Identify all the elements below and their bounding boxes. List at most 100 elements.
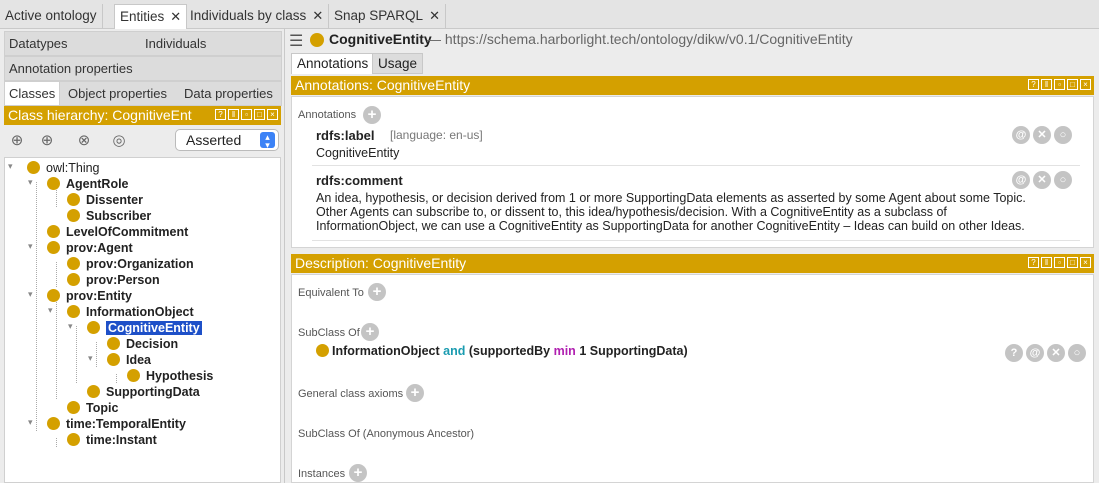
tree-node-prov-person[interactable]: prov:Person: [67, 272, 160, 288]
entity-header: ☰ CognitiveEntity — https://schema.harbo…: [286, 29, 1099, 51]
tree-node-idea[interactable]: Idea: [107, 352, 151, 368]
view-window-controls: ? ‖ ▫ □ ×: [1028, 79, 1091, 90]
hierarchy-toolbar: ⊕ ⊕ ⊗ ◎ Asserted ▴ ▾: [4, 128, 280, 154]
add-annotation-button[interactable]: +: [363, 106, 381, 124]
chevron-updown-icon: ▴ ▾: [260, 132, 275, 150]
class-icon: [67, 433, 80, 446]
split-icon[interactable]: ‖: [1041, 257, 1052, 268]
tab-individuals[interactable]: Individuals: [141, 32, 210, 55]
delete-class-icon[interactable]: ⊗: [74, 132, 94, 150]
tree-node-topic[interactable]: Topic: [67, 400, 118, 416]
add-superclass-button[interactable]: +: [361, 323, 379, 341]
subclass-of-label: SubClass Of: [298, 327, 360, 339]
help-icon[interactable]: ?: [1028, 79, 1039, 90]
delete-icon[interactable]: ✕: [1047, 344, 1065, 362]
tree-node-prov-agent[interactable]: prov:Agent: [47, 240, 133, 256]
tree-node-prov-organization[interactable]: prov:Organization: [67, 256, 194, 272]
class-icon: [47, 241, 60, 254]
tree-node-dissenter[interactable]: Dissenter: [67, 192, 143, 208]
class-icon: [87, 321, 100, 334]
expand-toggle-icon[interactable]: ▾: [8, 161, 13, 172]
help-icon[interactable]: ?: [215, 109, 226, 120]
expand-toggle-icon[interactable]: ▾: [68, 321, 73, 332]
close-view-icon[interactable]: ×: [1080, 79, 1091, 90]
help-icon[interactable]: ?: [1028, 257, 1039, 268]
at-icon[interactable]: @: [1012, 171, 1030, 189]
tab-annotation-properties[interactable]: Annotation properties: [5, 57, 137, 80]
tree-node-hypothesis[interactable]: Hypothesis: [127, 368, 213, 384]
add-equivalent-button[interactable]: +: [368, 283, 386, 301]
edit-icon[interactable]: ○: [1054, 171, 1072, 189]
maximize-icon[interactable]: □: [1067, 79, 1078, 90]
maximize-icon[interactable]: □: [1067, 257, 1078, 268]
tree-node-prov-entity[interactable]: prov:Entity: [47, 288, 132, 304]
tab-active-ontology[interactable]: Active ontology: [0, 4, 103, 29]
class-icon: [67, 305, 80, 318]
float-icon[interactable]: ▫: [1054, 79, 1065, 90]
annotations-label: Annotations: [298, 109, 357, 121]
tab-snap-sparql[interactable]: Snap SPARQL ✕: [329, 4, 446, 29]
class-icon: [67, 257, 80, 270]
close-icon[interactable]: ✕: [170, 9, 181, 24]
expand-toggle-icon[interactable]: ▾: [28, 177, 33, 188]
tab-object-properties[interactable]: Object properties: [64, 82, 171, 105]
divider: [312, 240, 1080, 241]
annotation-language: [language: en-us]: [390, 128, 483, 142]
expand-toggle-icon[interactable]: ▾: [28, 417, 33, 428]
add-general-axiom-button[interactable]: +: [406, 384, 424, 402]
close-view-icon[interactable]: ×: [267, 109, 278, 120]
tab-entities[interactable]: Entities ✕: [114, 4, 188, 29]
target-icon[interactable]: ◎: [109, 132, 129, 150]
hierarchy-view-select[interactable]: Asserted ▴ ▾: [175, 129, 279, 151]
split-icon[interactable]: ‖: [1041, 79, 1052, 90]
menu-icon[interactable]: ☰: [289, 31, 303, 51]
tab-annotations[interactable]: Annotations: [291, 53, 375, 74]
split-icon[interactable]: ‖: [228, 109, 239, 120]
tree-node-time-instant[interactable]: time:Instant: [67, 432, 157, 448]
close-icon[interactable]: ✕: [429, 8, 440, 23]
divider: [312, 165, 1080, 166]
tree-node-informationobject[interactable]: InformationObject: [67, 304, 194, 320]
expand-toggle-icon[interactable]: ▾: [48, 305, 53, 316]
maximize-icon[interactable]: □: [254, 109, 265, 120]
subclass-axiom[interactable]: InformationObject and (supportedBy min 1…: [316, 344, 688, 358]
tab-datatypes[interactable]: Datatypes: [5, 32, 72, 55]
edit-icon[interactable]: ○: [1054, 126, 1072, 144]
tree-node-owl-thing[interactable]: owl:Thing: [27, 160, 100, 176]
at-icon[interactable]: @: [1026, 344, 1044, 362]
annotation-controls: @ ✕ ○: [1012, 171, 1072, 189]
class-icon: [107, 337, 120, 350]
tree-node-cognitiveentity[interactable]: CognitiveEntity: [87, 320, 202, 336]
explain-icon[interactable]: ?: [1005, 344, 1023, 362]
tab-data-properties[interactable]: Data properties: [180, 82, 277, 105]
add-subclass-icon[interactable]: ⊕: [7, 132, 27, 150]
tab-classes[interactable]: Classes: [5, 82, 61, 105]
tree-node-supportingdata[interactable]: SupportingData: [87, 384, 200, 400]
tree-connector: [36, 182, 37, 431]
close-icon[interactable]: ✕: [312, 8, 323, 23]
at-icon[interactable]: @: [1012, 126, 1030, 144]
float-icon[interactable]: ▫: [1054, 257, 1065, 268]
class-icon: [67, 193, 80, 206]
close-view-icon[interactable]: ×: [1080, 257, 1091, 268]
tree-node-time-temporalentity[interactable]: time:TemporalEntity: [47, 416, 186, 432]
tab-individuals-by-class[interactable]: Individuals by class ✕: [185, 4, 330, 29]
class-icon: [127, 369, 140, 382]
tree-node-subscriber[interactable]: Subscriber: [67, 208, 151, 224]
delete-icon[interactable]: ✕: [1033, 126, 1051, 144]
delete-icon[interactable]: ✕: [1033, 171, 1051, 189]
expand-toggle-icon[interactable]: ▾: [88, 353, 93, 364]
add-sibling-icon[interactable]: ⊕: [37, 132, 57, 150]
add-instance-button[interactable]: +: [349, 464, 367, 482]
tree-node-decision[interactable]: Decision: [107, 336, 178, 352]
float-icon[interactable]: ▫: [241, 109, 252, 120]
edit-icon[interactable]: ○: [1068, 344, 1086, 362]
class-hierarchy-header: Class hierarchy: CognitiveEnt ? ‖ ▫ □ ×: [4, 106, 281, 125]
annotation-comment: An idea, hypothesis, or decision derived…: [316, 191, 1026, 233]
expand-toggle-icon[interactable]: ▾: [28, 289, 33, 300]
tree-node-levelofcommitment[interactable]: LevelOfCommitment: [47, 224, 188, 240]
tab-usage[interactable]: Usage: [372, 53, 424, 74]
tree-node-agentrole[interactable]: AgentRole: [47, 176, 129, 192]
annotation-property: rdfs:comment: [316, 173, 403, 188]
expand-toggle-icon[interactable]: ▾: [28, 241, 33, 252]
